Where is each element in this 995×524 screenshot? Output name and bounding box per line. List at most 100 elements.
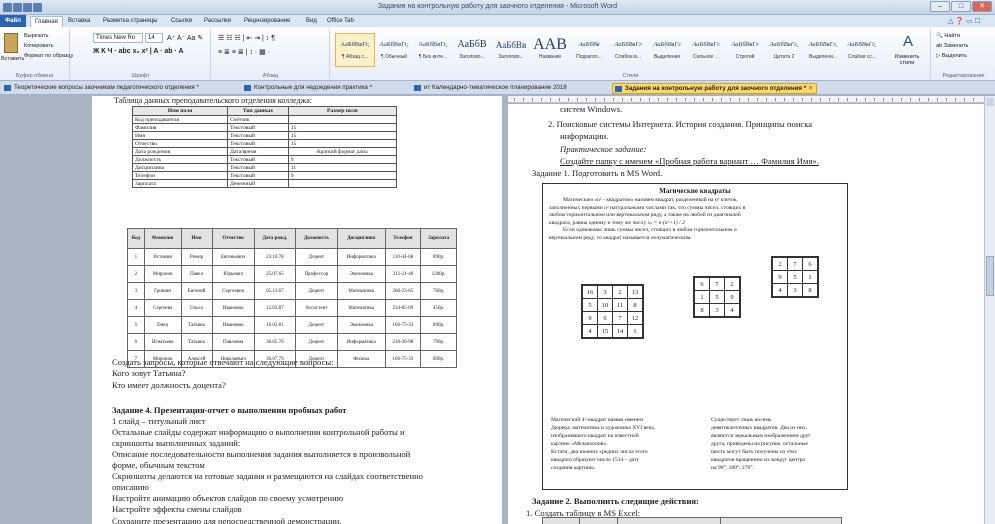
change-styles-button[interactable]: Изменить стили	[887, 54, 927, 66]
tab-references[interactable]: Ссылки	[167, 16, 196, 27]
style-item[interactable]: АаБбВвГг, Цитата 2	[764, 33, 804, 67]
style-item[interactable]: АаБбВвГг Строгий	[725, 33, 765, 67]
right-page[interactable]: систем Windows. 2. Поисковые системы Инте…	[508, 104, 984, 524]
style-sample: АаБбВвГг,	[769, 41, 799, 48]
paste-button[interactable]: Вставить	[1, 56, 24, 62]
table-cell: 9	[287, 171, 398, 180]
doc-tab-tasks[interactable]: Задания на контрольную работу для заочно…	[612, 83, 818, 94]
table-cell: 05.12.67	[253, 282, 297, 300]
align-buttons[interactable]: ≡ ≣ ≡ ≣ | ↕ · ▦ ·	[218, 48, 270, 56]
square-cell: 7	[612, 311, 628, 325]
help-icon[interactable]: △ ❓ ▭ ☐	[948, 17, 992, 26]
tab-page-layout[interactable]: Разметка страницы	[99, 16, 161, 27]
find-button[interactable]: 🔍 Найти	[936, 33, 960, 39]
table-row: Дата рождения Дата/время Краткий формат да…	[131, 147, 398, 156]
find-label: Найти	[944, 33, 961, 39]
ruler-tick	[550, 98, 551, 101]
table-cell: Текстовый	[227, 123, 289, 132]
square-cell: 12	[627, 311, 643, 325]
note-line: шесть могут быть получены из этих	[711, 449, 798, 455]
style-item[interactable]: АаБбВвГг Сильное ...	[686, 33, 726, 67]
font-name-combo[interactable]: Times New Ro	[93, 33, 143, 43]
cut-button[interactable]: Вырезать	[24, 33, 48, 39]
style-item[interactable]: АаБбВвГг, ¶ Без инте...	[413, 33, 453, 67]
ruler-tick	[928, 98, 929, 101]
style-sample: АаБбВвГг	[731, 41, 759, 48]
table-cell: 4	[127, 299, 145, 317]
format-painter-button[interactable]: Формат по образцу	[24, 53, 73, 59]
table-row: Код преподавателя Счетчик	[131, 115, 398, 124]
table-cell: Ивановна	[211, 299, 255, 317]
style-sample: АаБбВв	[495, 40, 527, 50]
scroll-thumb[interactable]	[986, 256, 994, 296]
doc-tab-theory[interactable]: Теоретические вопросы заочникам педагоги…	[2, 83, 202, 94]
vertical-scrollbar[interactable]	[984, 96, 995, 524]
style-item[interactable]: АаБбВв Заголово...	[491, 33, 531, 67]
table-cell: Павловна	[211, 333, 255, 351]
minimize-button[interactable]: –	[930, 1, 950, 12]
table-header-cell: Зарплата	[420, 228, 457, 249]
table-row: Имя Текстовый 15	[131, 131, 398, 140]
replace-button[interactable]: ab Заменить	[936, 43, 968, 49]
tab-review[interactable]: Рецензирование	[240, 16, 294, 27]
style-item[interactable]: АаБбВвГг Слабое в...	[608, 33, 648, 67]
ruler-tick	[901, 98, 902, 101]
text-line: скриншоты выполненных заданий:	[112, 438, 241, 448]
ruler-tick	[676, 98, 677, 101]
table-caption: Таблица данных преподавательского отделе…	[114, 96, 312, 105]
style-item[interactable]: АаБбВвГг, Слабая сс...	[842, 33, 882, 67]
font-size-combo[interactable]: 14	[145, 33, 163, 43]
style-item[interactable]: АаБбВвГг, ¶ Абзац с...	[335, 33, 375, 67]
tab-mailings[interactable]: Рассылки	[200, 16, 235, 27]
copy-button[interactable]: Копировать	[24, 43, 54, 49]
table-cell: 6	[127, 333, 145, 351]
left-page[interactable]: Таблица данных преподавательского отделе…	[92, 96, 502, 524]
style-item[interactable]: АаБбВв Подзагол...	[569, 33, 609, 67]
text-line: форме, обычным текстом	[112, 460, 205, 470]
word-doc-icon	[4, 85, 11, 91]
square-cell: 13	[627, 285, 643, 299]
table-cell: 15	[287, 131, 398, 140]
doc-tab-label: Контрольные для недоедения практика *	[254, 84, 372, 91]
square-cell: 8	[627, 298, 643, 312]
ruler-tick	[532, 98, 533, 101]
maximize-button[interactable]: □	[951, 1, 971, 12]
text-line: Задание 4. Презентация-отчет о выполнени…	[112, 405, 347, 415]
square-cell: 11	[612, 298, 628, 312]
close-tab-icon[interactable]: ✕	[808, 85, 813, 92]
ruler-tick	[577, 98, 578, 101]
text-line: Сохраните презентацию для непосредственн…	[112, 516, 342, 524]
grow-font-button[interactable]: A⁺ A⁻ Aa ✎	[167, 34, 203, 42]
style-item[interactable]: АаБбВвГг, ¶ Обычный	[374, 33, 414, 67]
tab-file[interactable]: Файл	[0, 15, 26, 27]
note-line: Существует лишь восемь	[711, 417, 772, 423]
list-buttons[interactable]: ☰ ☷ ☵ | ⇤ ⇥ | ↕ ¶	[218, 34, 275, 42]
table-row: Должность Текстовый 9	[131, 155, 398, 164]
style-sample: АаБбВвГг,	[418, 41, 448, 48]
horizontal-ruler[interactable]	[508, 96, 984, 103]
bold-italic-underline-buttons[interactable]: Ж К Ч · abc x₂ x² | A · ab · A	[93, 48, 184, 55]
tab-insert[interactable]: Вставка	[64, 16, 94, 27]
style-item[interactable]: АаБбВвГг, Выделени...	[803, 33, 843, 67]
note-line: Магический 4²-квадрат назван именем	[551, 417, 643, 423]
style-name: Сильное ...	[693, 54, 719, 60]
square-cell: 9	[724, 290, 740, 304]
task2-text: Задание 2. Выполнить следящие действия:	[532, 496, 699, 506]
select-button[interactable]: ▷ Выделить	[936, 53, 967, 59]
tab-view[interactable]: Вид	[302, 16, 321, 27]
doc-tab-calendar[interactable]: ит Календарно-тематическое планирование …	[412, 83, 570, 94]
style-item[interactable]: ААВ Название	[530, 33, 570, 67]
table-row: Зарплата Денежный	[131, 179, 398, 188]
style-item[interactable]: АаБбВвГг Выделение	[647, 33, 687, 67]
scroll-up-arrow[interactable]	[986, 98, 994, 106]
ruler-tick	[721, 98, 722, 101]
change-styles-icon[interactable]: A	[898, 33, 918, 51]
tab-home[interactable]: Главная	[30, 16, 63, 27]
paste-icon[interactable]	[4, 33, 18, 53]
doc-tab-control[interactable]: Контрольные для недоедения практика *	[242, 83, 375, 94]
table-cell: Текстовый	[227, 131, 289, 140]
table-cell: 3	[127, 282, 145, 300]
close-button[interactable]: ✕	[972, 1, 992, 12]
tab-office-tab[interactable]: Office Tab	[323, 16, 358, 27]
style-item[interactable]: АаБбВ Заголово...	[452, 33, 492, 67]
